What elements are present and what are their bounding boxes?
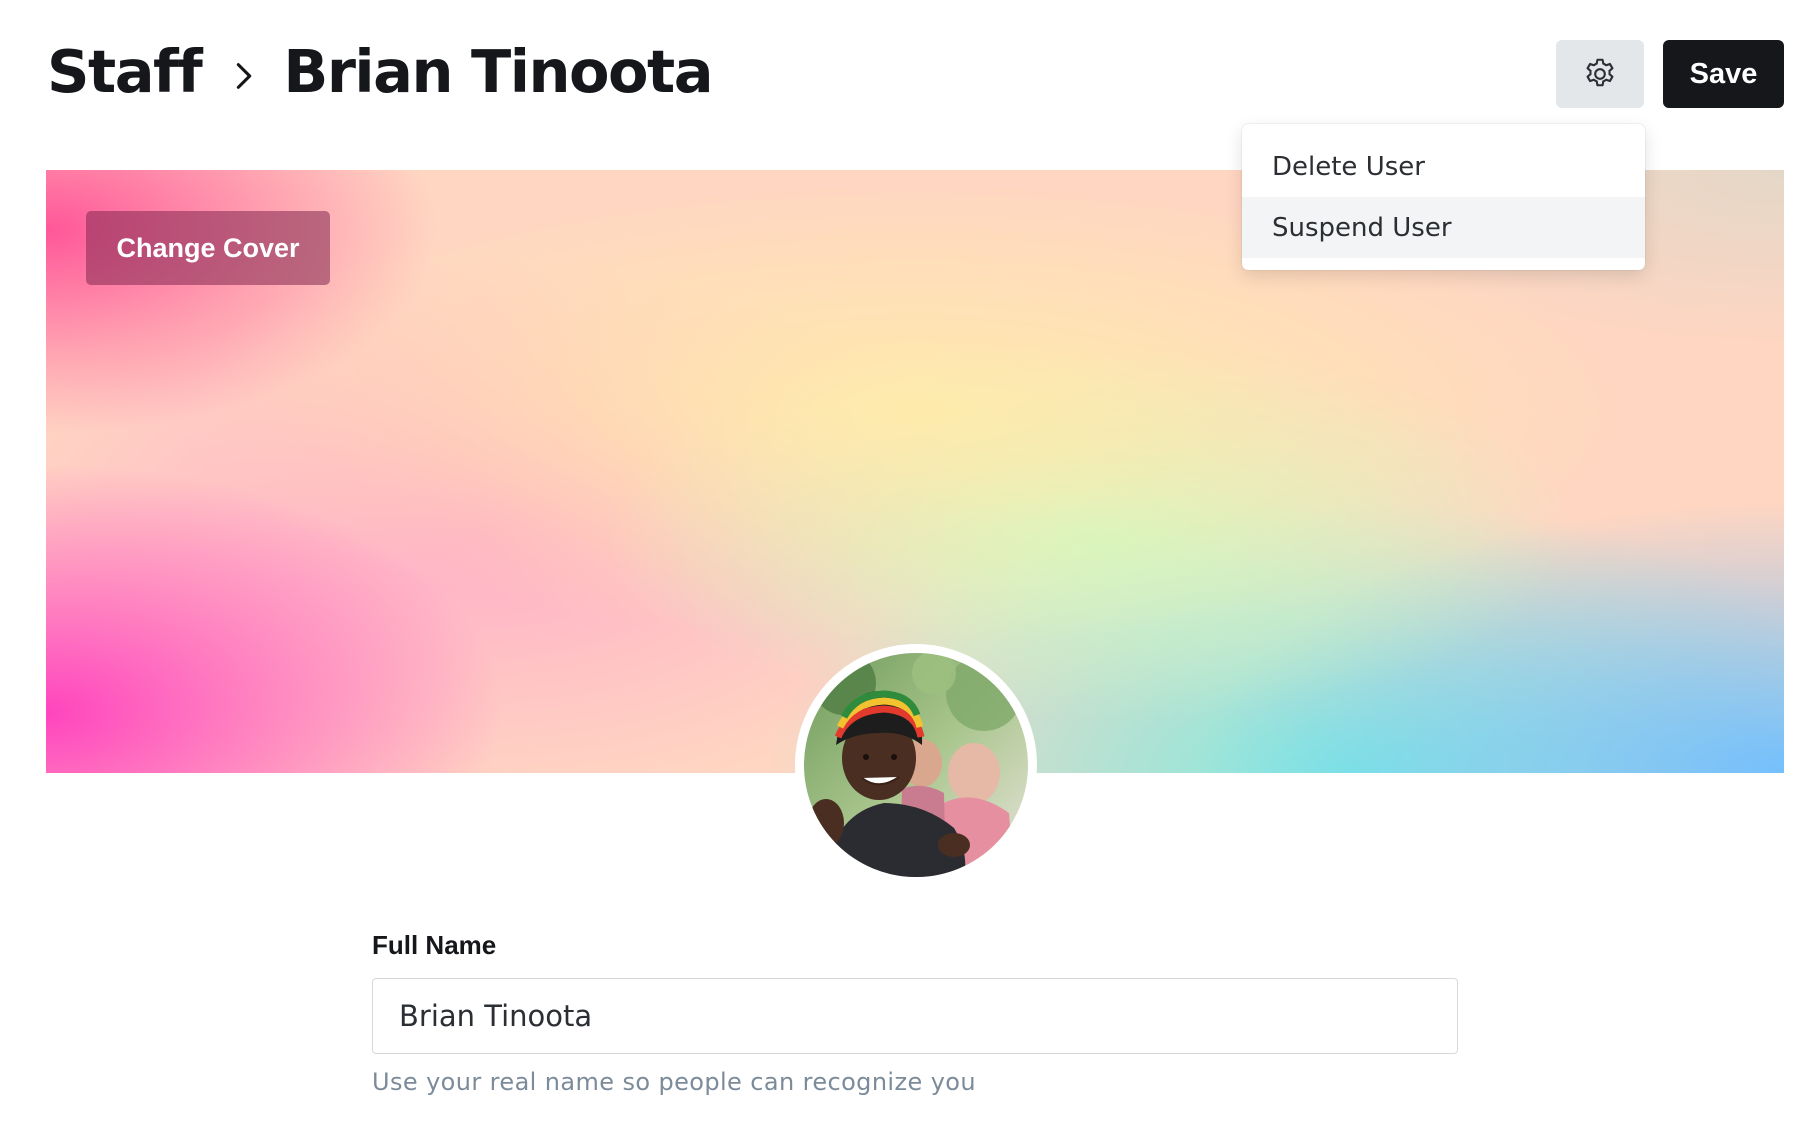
page-title: Brian Tinoota — [283, 36, 713, 106]
profile-photo — [804, 653, 1028, 877]
full-name-input[interactable] — [372, 978, 1458, 1054]
delete-user-menu-item[interactable]: Delete User — [1242, 136, 1645, 197]
breadcrumb-staff-link[interactable]: Staff — [47, 42, 203, 101]
breadcrumb: Staff Brian Tinoota — [47, 30, 714, 112]
save-button[interactable]: Save — [1663, 40, 1784, 108]
settings-dropdown-menu: Delete User Suspend User — [1242, 124, 1645, 270]
gear-icon — [1586, 58, 1614, 87]
avatar[interactable] — [804, 653, 1028, 877]
full-name-hint: Use your real name so people can recogni… — [372, 1068, 976, 1096]
chevron-right-icon — [237, 63, 252, 89]
change-cover-button[interactable]: Change Cover — [86, 211, 330, 285]
full-name-label: Full Name — [372, 930, 497, 960]
settings-button[interactable] — [1556, 40, 1644, 108]
avatar-container — [795, 644, 1037, 886]
suspend-user-menu-item[interactable]: Suspend User — [1242, 197, 1645, 258]
